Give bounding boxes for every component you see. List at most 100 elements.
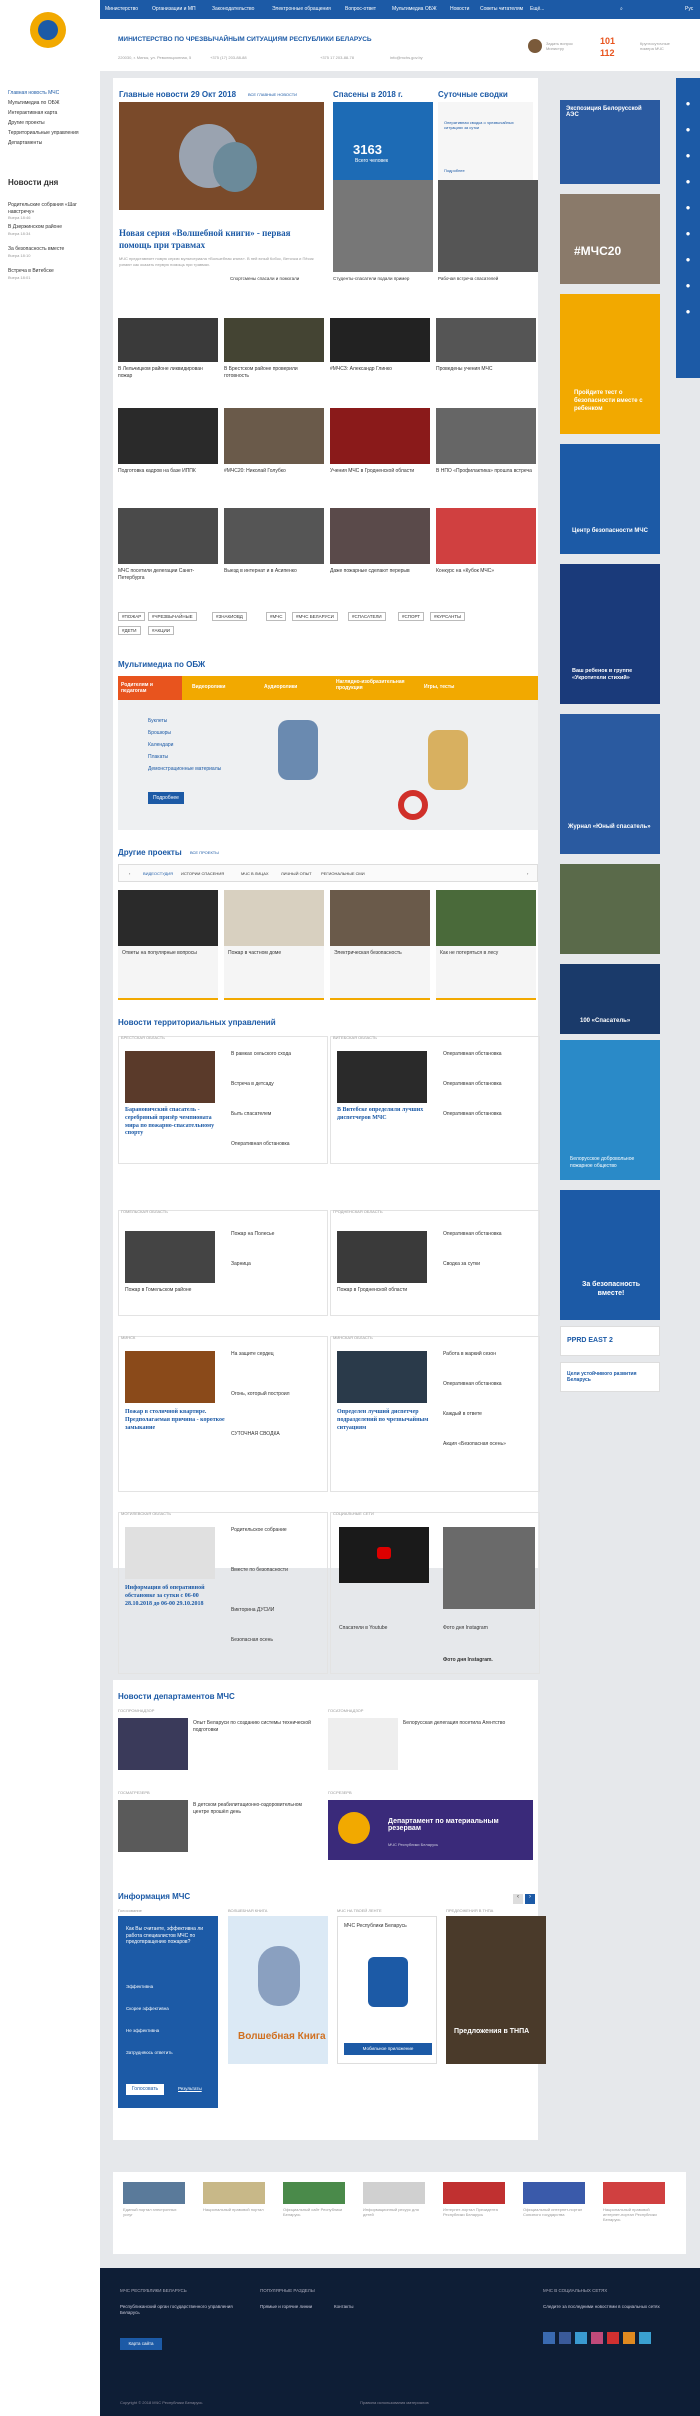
rules-link[interactable]: Правила использования материалов [360,2400,429,2405]
obzh-more-button[interactable]: Подробнее [148,792,184,804]
news-caption[interactable]: Выезд в интернат и в Асипенко [224,568,324,575]
instagram-photo[interactable] [443,1527,535,1609]
sidebar-item[interactable]: Территориальные управления [8,130,96,140]
tag[interactable]: #СПОРТ [398,612,425,621]
region-name[interactable]: МИНСКАЯ ОБЛАСТЬ [333,1335,373,1340]
banner[interactable] [560,864,660,954]
project-tab[interactable]: ЛИЧНЫЙ ОПЫТ [281,871,312,876]
news-image[interactable] [436,408,536,464]
emblem-logo[interactable] [30,12,66,48]
banner[interactable]: Пройдите тест о безопасности вместе с ре… [560,294,660,434]
banner[interactable]: Экспозиция Белорусской АЭС [560,100,660,184]
region-name[interactable]: ВИТЕБСКАЯ ОБЛАСТЬ [333,1035,377,1040]
project-card[interactable]: Как не потеряться в лесу [436,890,536,1000]
mobile-app-button[interactable]: Мобильное приложение [344,2043,432,2055]
obzh-tab[interactable]: Родителям и педагогам [118,676,182,700]
youtube-icon[interactable] [607,2332,619,2344]
news-caption[interactable]: Подготовка кадров на базе ИППК [118,468,218,475]
youtube-icon[interactable]: ● [682,202,694,214]
region-headline[interactable]: Барановичский спасатель - серебряный при… [125,1107,225,1138]
region-name[interactable]: МОГИЛЕВСКАЯ ОБЛАСТЬ [121,1511,171,1516]
news-caption[interactable]: Студенты-спасатели подали пример [333,276,433,282]
main-news-image[interactable] [119,102,324,210]
nav-item[interactable]: Министерство [105,6,138,12]
region-name[interactable]: БРЕСТСКАЯ ОБЛАСТЬ [121,1035,165,1040]
nav-item[interactable]: Новости [450,6,469,12]
footer-link[interactable]: Контакты [334,2304,353,2309]
news-caption[interactable]: В НПО «Профилактика» прошла встреча [436,468,536,475]
news-caption[interactable]: В Лельчицком районе ликвидирован пожар [118,366,218,379]
day-news-item[interactable]: Родительские собрания «Шаг навстречу» [8,202,88,215]
region-link[interactable]: Оперативная обстановка [231,1141,323,1148]
tag[interactable]: #ДЕТИ [118,626,141,635]
news-caption[interactable]: МЧС посетили делегации Санкт-Петербурга [118,568,218,581]
nav-item[interactable]: Вопрос-ответ [345,6,376,12]
partner-link[interactable]: Официальный сайт Республики Беларусь [283,2207,345,2217]
poll-option[interactable]: Эффективна [126,1984,212,1989]
partner-link[interactable]: Информационный ресурс для детей [363,2207,425,2217]
region-link[interactable]: Оперативная обстановка [443,1111,535,1118]
region-link[interactable]: Зарница [231,1261,323,1268]
book-card[interactable]: Волшебная Книга [228,1916,328,2064]
region-link[interactable]: Викторина ДУСИИ [231,1607,323,1614]
lang-switch[interactable]: Рус [685,6,693,12]
sidebar-item[interactable]: Главная новость МЧС [8,90,96,100]
tag[interactable]: #КУРСАНТЫ [430,612,466,621]
partner-link[interactable]: Единый портал электронных услуг [123,2207,185,2217]
news-caption[interactable]: #МЧСЗ: Александр Глинко [330,366,430,373]
nav-item[interactable]: Законодательство [212,6,254,12]
region-name[interactable]: ГОМЕЛЬСКАЯ ОБЛАСТЬ [121,1209,168,1214]
obzh-tab[interactable]: Аудиоролики [264,684,297,690]
partner-link[interactable]: Интернет-портал Президента Республики Бе… [443,2207,505,2217]
telegram-icon[interactable]: ● [682,254,694,266]
results-link[interactable]: Результаты [178,2086,202,2091]
banner[interactable]: Цели устойчивого развития Беларусь [560,1362,660,1392]
banner[interactable]: Центр безопасности МЧС [560,444,660,554]
region-link[interactable]: Оперативная обстановка [443,1051,535,1058]
region-headline[interactable]: В Витебске определили лучших диспетчеров… [337,1107,437,1123]
daily-text[interactable]: Оперативная сводка о чрезвычайных ситуац… [444,120,528,130]
nav-item[interactable]: Мультимедиа ОБЖ [392,6,437,12]
obzh-link[interactable]: Брошюры [148,730,248,742]
dept-news[interactable]: В детском реабилитационно-оздоровительно… [193,1802,318,1815]
nav-item[interactable]: Электронные обращения [272,6,331,12]
news-caption[interactable]: Спортсмены спасали и помогали [230,276,330,282]
tag[interactable]: #ЗНАКИОВД [212,612,247,621]
poll-option[interactable]: Скорее эффективна [126,2006,212,2011]
region-link[interactable]: В рамках сельского схода [231,1051,323,1058]
main-headline[interactable]: Новая серия «Волшебной книги» - первая п… [119,228,324,251]
obzh-tab[interactable]: Игры, тесты [424,684,454,690]
banner[interactable]: Белорусское добровольное пожарное общест… [560,1040,660,1180]
news-caption[interactable]: Проведены учения МЧС [436,366,536,373]
region-link[interactable]: Встреча в детсаду [231,1081,323,1088]
banner[interactable]: #МЧС20 [560,194,660,284]
project-card[interactable]: Электрическая безопасность [330,890,430,1000]
news-image[interactable] [436,318,536,362]
daily-link[interactable]: Подробнее [444,168,465,173]
ok-icon[interactable] [623,2332,635,2344]
dept-name[interactable]: ГОСПРОМНАДЗОР [118,1708,154,1713]
search-icon[interactable]: ⌕ [620,6,623,12]
region-name[interactable]: СОЦИАЛЬНЫЕ СЕТИ [333,1511,374,1516]
tag[interactable]: #МЧС БЕЛАРУСИ [292,612,338,621]
obzh-link[interactable]: Буклеты [148,718,248,730]
nav-arrow-right[interactable]: › [527,871,528,876]
poll-option[interactable]: Не эффективна [126,2028,212,2033]
region-link[interactable]: Быть спасателем [231,1111,323,1118]
region-link[interactable]: Родительское собрание [231,1527,323,1534]
facebook-icon[interactable]: ● [682,124,694,136]
facebook-icon[interactable] [559,2332,571,2344]
news-image[interactable] [224,318,324,362]
project-card[interactable]: Ответы на популярные вопросы [118,890,218,1000]
nav-item[interactable]: Советы читателям [480,6,523,12]
project-tab[interactable]: ИСТОРИИ СПАСЕНИЯ [181,871,224,876]
news-caption[interactable]: В Брестском районе проверили готовность [224,366,324,379]
email-link[interactable]: info@mchs.gov.by [390,55,423,60]
instagram-icon[interactable] [591,2332,603,2344]
nav-arrow-left[interactable]: ‹ [129,871,130,876]
nav-item[interactable]: Организации и МП [152,6,196,12]
news-caption[interactable]: #МЧС20: Николай Голубко [224,468,324,475]
dept-name[interactable]: ГОСАТОМНАДЗОР [328,1708,363,1713]
obzh-tab[interactable]: Наглядно-изобразительная продукция [336,679,406,691]
news-image[interactable] [436,508,536,564]
